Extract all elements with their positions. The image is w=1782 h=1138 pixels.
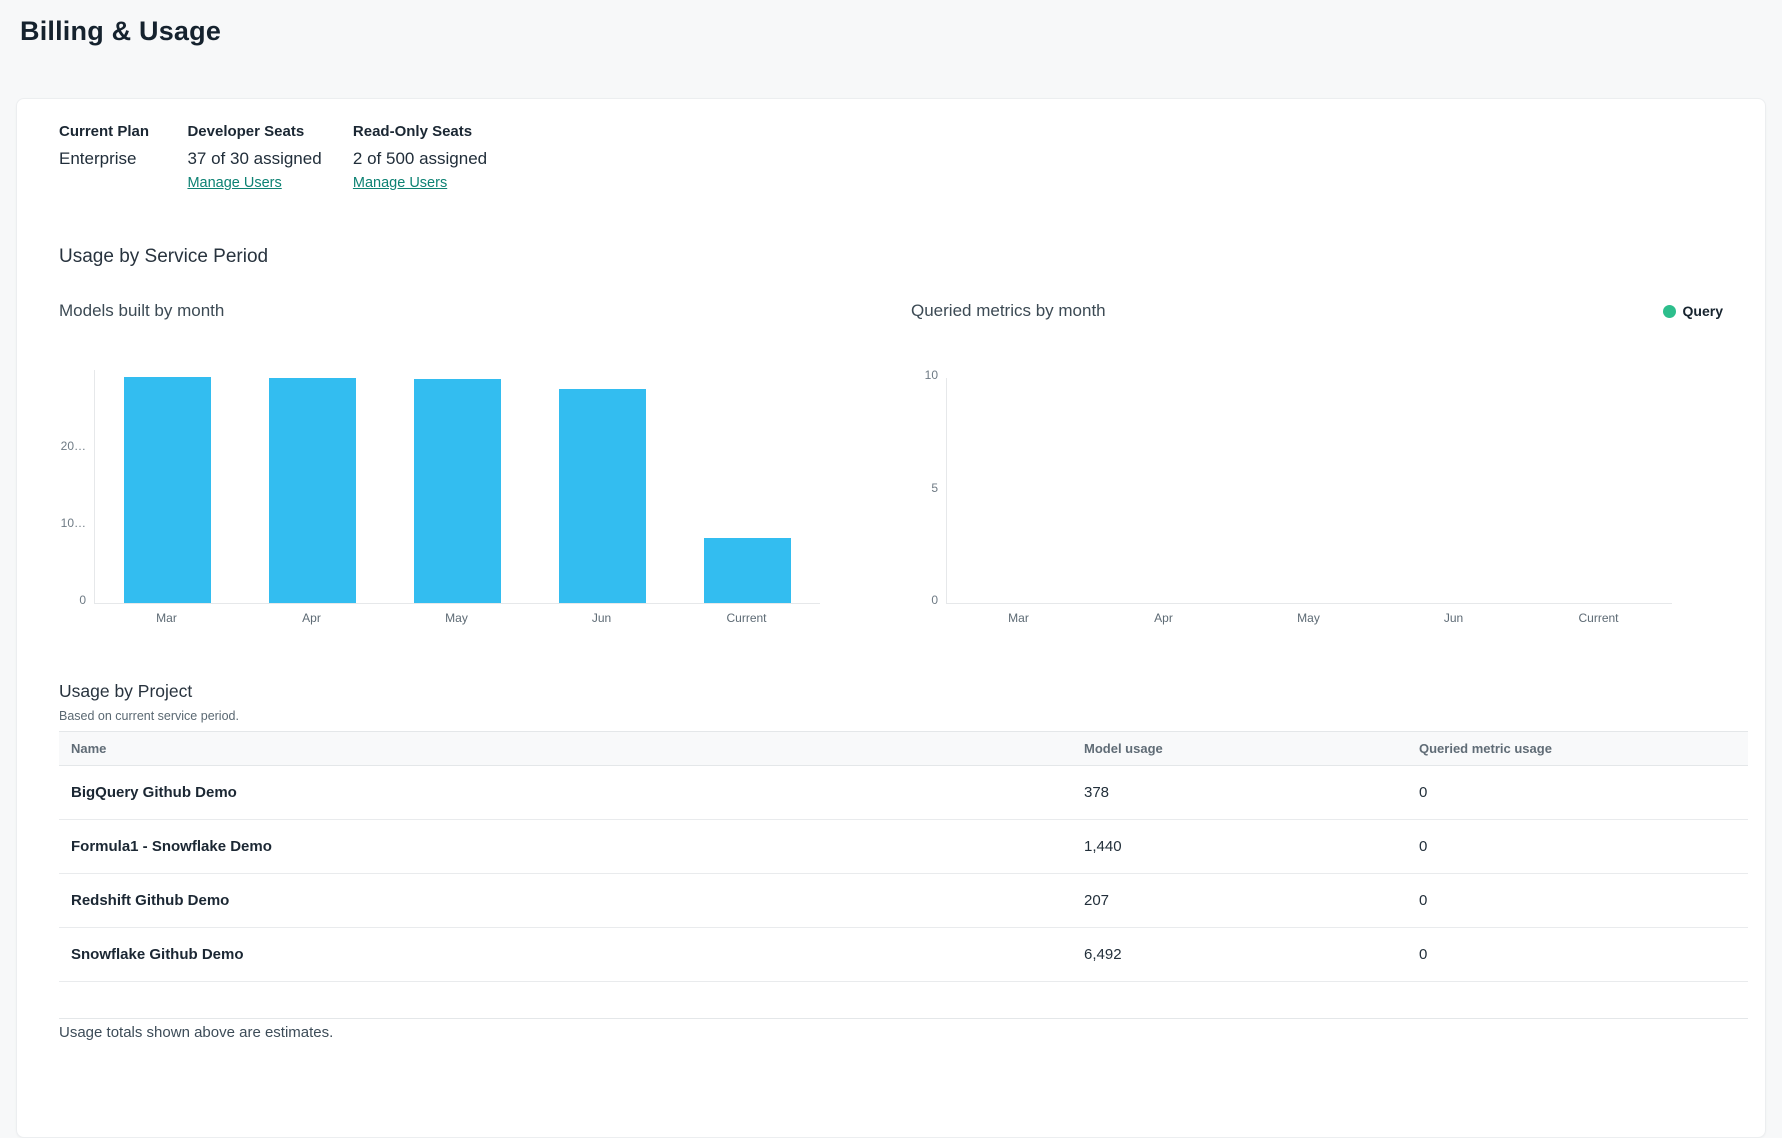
table-row: BigQuery Github Demo3780 bbox=[59, 766, 1748, 820]
manage-users-link-readonly[interactable]: Manage Users bbox=[353, 175, 447, 191]
bar-current bbox=[704, 538, 791, 603]
table-end-divider bbox=[59, 982, 1748, 1019]
model-usage-cell: 1,440 bbox=[1084, 838, 1419, 855]
model-usage-cell: 207 bbox=[1084, 892, 1419, 909]
developer-seats-label: Developer Seats bbox=[187, 123, 348, 140]
readonly-seats-value: 2 of 500 assigned bbox=[353, 149, 487, 169]
readonly-seats-label: Read-Only Seats bbox=[353, 123, 487, 140]
bar-slot bbox=[95, 370, 240, 603]
bar-jun bbox=[559, 389, 646, 603]
x-axis-label-may: May bbox=[384, 611, 529, 625]
model-usage-cell: 378 bbox=[1084, 784, 1419, 801]
current-plan-value: Enterprise bbox=[59, 149, 183, 169]
page-title: Billing & Usage bbox=[20, 16, 1782, 47]
x-axis-label-mar: Mar bbox=[946, 611, 1091, 625]
column-header-model-usage: Model usage bbox=[1084, 741, 1419, 756]
x-axis-label-jun: Jun bbox=[1381, 611, 1526, 625]
project-name-cell: Redshift Github Demo bbox=[71, 892, 1084, 909]
query-legend-dot-icon bbox=[1663, 305, 1676, 318]
queried-metrics-chart: Queried metrics by month Query 0 5 10 MarA… bbox=[891, 298, 1723, 625]
bar-slot bbox=[1382, 378, 1527, 603]
models-built-chart-title: Models built by month bbox=[59, 301, 224, 321]
bar-slot bbox=[1092, 378, 1237, 603]
queried-metric-usage-cell: 0 bbox=[1419, 838, 1748, 855]
models-built-chart: Models built by month 0 10… 20… MarAprMayJ… bbox=[59, 298, 891, 625]
queried-metrics-chart-title: Queried metrics by month bbox=[911, 301, 1106, 321]
x-axis-label-may: May bbox=[1236, 611, 1381, 625]
bar-slot bbox=[1527, 378, 1672, 603]
queried-metric-usage-cell: 0 bbox=[1419, 784, 1748, 801]
developer-seats-column: Developer Seats 37 of 30 assigned Manage… bbox=[187, 123, 348, 192]
bar-may bbox=[414, 379, 501, 603]
current-plan-label: Current Plan bbox=[59, 123, 183, 140]
table-row: Redshift Github Demo2070 bbox=[59, 874, 1748, 928]
model-usage-cell: 6,492 bbox=[1084, 946, 1419, 963]
y-axis-tick-label: 5 bbox=[931, 481, 938, 495]
bar-slot bbox=[240, 370, 385, 603]
charts-row: Models built by month 010…20… MarAprMayJ… bbox=[59, 298, 1723, 625]
usage-by-project-subtitle: Based on current service period. bbox=[59, 709, 1723, 723]
billing-card: Current Plan Enterprise Developer Seats … bbox=[16, 98, 1766, 1138]
project-name-cell: Formula1 - Snowflake Demo bbox=[71, 838, 1084, 855]
chart-legend: Query bbox=[1663, 303, 1723, 319]
y-axis-tick-label: 10… bbox=[61, 516, 86, 530]
models-built-plot: 0 10… 20… MarAprMayJunCurrent bbox=[59, 370, 891, 625]
usage-by-project-heading: Usage by Project bbox=[59, 681, 1723, 702]
table-header-row: Name Model usage Queried metric usage bbox=[59, 731, 1748, 766]
developer-seats-value: 37 of 30 assigned bbox=[187, 149, 348, 169]
plot-area bbox=[946, 378, 1672, 604]
bar-slot bbox=[947, 378, 1092, 603]
usage-by-project-table: Name Model usage Queried metric usage Bi… bbox=[59, 731, 1748, 1019]
project-name-cell: BigQuery Github Demo bbox=[71, 784, 1084, 801]
bar-slot bbox=[1237, 378, 1382, 603]
manage-users-link-developer[interactable]: Manage Users bbox=[187, 175, 281, 191]
query-legend-label: Query bbox=[1683, 303, 1723, 319]
bar-slot bbox=[675, 370, 820, 603]
column-header-queried-metric-usage: Queried metric usage bbox=[1419, 741, 1748, 756]
plan-summary: Current Plan Enterprise Developer Seats … bbox=[59, 123, 1723, 192]
y-axis-tick-label: 0 bbox=[931, 593, 938, 607]
x-axis-label-current: Current bbox=[674, 611, 819, 625]
current-plan-column: Current Plan Enterprise bbox=[59, 123, 183, 169]
readonly-seats-column: Read-Only Seats 2 of 500 assigned Manage… bbox=[353, 123, 487, 192]
y-axis-tick-label: 10 bbox=[925, 368, 938, 382]
usage-by-service-period-heading: Usage by Service Period bbox=[59, 246, 1723, 268]
x-axis-label-current: Current bbox=[1526, 611, 1671, 625]
bar-slot bbox=[385, 370, 530, 603]
table-row: Snowflake Github Demo6,4920 bbox=[59, 928, 1748, 982]
y-axis-tick-label: 0 bbox=[79, 593, 86, 607]
x-axis-label-apr: Apr bbox=[239, 611, 384, 625]
queried-metric-usage-cell: 0 bbox=[1419, 946, 1748, 963]
x-axis-label-apr: Apr bbox=[1091, 611, 1236, 625]
bar-mar bbox=[124, 377, 211, 603]
queried-metrics-plot: 0510 MarAprMayJunCurrent bbox=[911, 378, 1723, 625]
bar-slot bbox=[530, 370, 675, 603]
usage-estimates-footnote: Usage totals shown above are estimates. bbox=[59, 1024, 1723, 1041]
project-name-cell: Snowflake Github Demo bbox=[71, 946, 1084, 963]
y-axis-tick-label: 20… bbox=[61, 439, 86, 453]
table-row: Formula1 - Snowflake Demo1,4400 bbox=[59, 820, 1748, 874]
plot-area bbox=[94, 370, 820, 604]
column-header-name: Name bbox=[71, 741, 1084, 756]
x-axis-label-jun: Jun bbox=[529, 611, 674, 625]
x-axis-label-mar: Mar bbox=[94, 611, 239, 625]
queried-metric-usage-cell: 0 bbox=[1419, 892, 1748, 909]
bar-apr bbox=[269, 378, 356, 603]
